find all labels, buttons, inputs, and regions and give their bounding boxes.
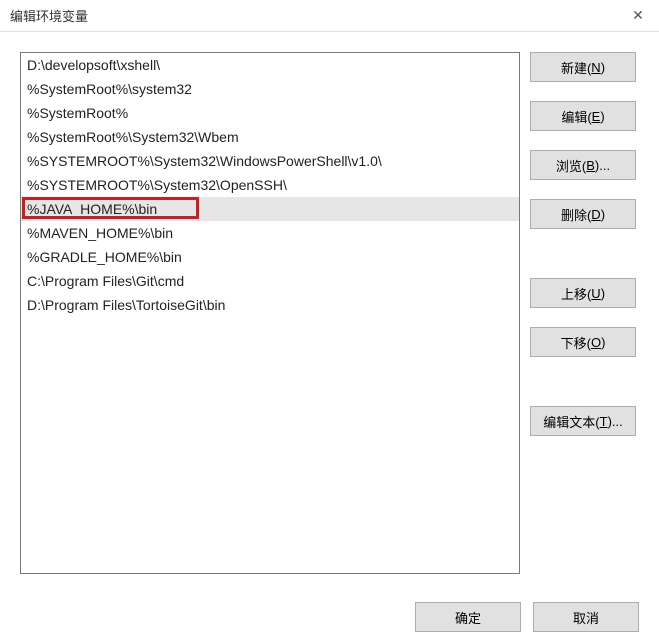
- btn-label: 编辑文本(: [543, 412, 599, 431]
- list-item[interactable]: %MAVEN_HOME%\bin: [21, 221, 519, 245]
- btn-key: T: [600, 414, 608, 429]
- button-column: 新建(N) 编辑(E) 浏览(B)... 删除(D) 上移(U) 下移(O): [530, 52, 636, 574]
- path-listbox[interactable]: D:\developsoft\xshell\ %SystemRoot%\syst…: [20, 52, 520, 574]
- btn-label: 上移(: [561, 284, 591, 303]
- btn-tail: ): [601, 207, 605, 222]
- btn-tail: )...: [595, 158, 610, 173]
- titlebar: 编辑环境变量 ✕: [0, 0, 659, 32]
- dialog-title: 编辑环境变量: [10, 6, 88, 25]
- btn-tail: ): [601, 60, 605, 75]
- btn-tail: ): [601, 335, 605, 350]
- btn-tail: ): [601, 286, 605, 301]
- btn-key: O: [591, 335, 601, 350]
- btn-label: 新建(: [561, 58, 591, 77]
- list-item[interactable]: %SystemRoot%: [21, 101, 519, 125]
- btn-label: 下移(: [561, 333, 591, 352]
- btn-key: B: [586, 158, 595, 173]
- list-item[interactable]: %SystemRoot%\system32: [21, 77, 519, 101]
- close-icon[interactable]: ✕: [629, 6, 647, 24]
- dialog-body: D:\developsoft\xshell\ %SystemRoot%\syst…: [0, 32, 659, 638]
- list-item[interactable]: D:\developsoft\xshell\: [21, 53, 519, 77]
- btn-key: U: [591, 286, 600, 301]
- btn-label: 删除(: [561, 205, 591, 224]
- edit-button[interactable]: 编辑(E): [530, 101, 636, 131]
- btn-key: N: [591, 60, 600, 75]
- list-item-selected[interactable]: %JAVA_HOME%\bin: [21, 197, 519, 221]
- new-button[interactable]: 新建(N): [530, 52, 636, 82]
- movedown-button[interactable]: 下移(O): [530, 327, 636, 357]
- btn-label: 浏览(: [556, 156, 586, 175]
- cancel-button[interactable]: 取消: [533, 602, 639, 632]
- main-row: D:\developsoft\xshell\ %SystemRoot%\syst…: [20, 52, 639, 574]
- browse-button[interactable]: 浏览(B)...: [530, 150, 636, 180]
- ok-button[interactable]: 确定: [415, 602, 521, 632]
- list-item[interactable]: %SYSTEMROOT%\System32\OpenSSH\: [21, 173, 519, 197]
- list-item[interactable]: D:\Program Files\TortoiseGit\bin: [21, 293, 519, 317]
- bottom-button-row: 确定 取消: [415, 602, 639, 632]
- list-item[interactable]: %GRADLE_HOME%\bin: [21, 245, 519, 269]
- btn-tail: )...: [608, 414, 623, 429]
- list-item[interactable]: C:\Program Files\Git\cmd: [21, 269, 519, 293]
- btn-key: E: [592, 109, 601, 124]
- delete-button[interactable]: 删除(D): [530, 199, 636, 229]
- edittext-button[interactable]: 编辑文本(T)...: [530, 406, 636, 436]
- list-item[interactable]: %SYSTEMROOT%\System32\WindowsPowerShell\…: [21, 149, 519, 173]
- list-item[interactable]: %SystemRoot%\System32\Wbem: [21, 125, 519, 149]
- btn-key: D: [591, 207, 600, 222]
- moveup-button[interactable]: 上移(U): [530, 278, 636, 308]
- btn-tail: ): [600, 109, 604, 124]
- btn-label: 编辑(: [561, 107, 591, 126]
